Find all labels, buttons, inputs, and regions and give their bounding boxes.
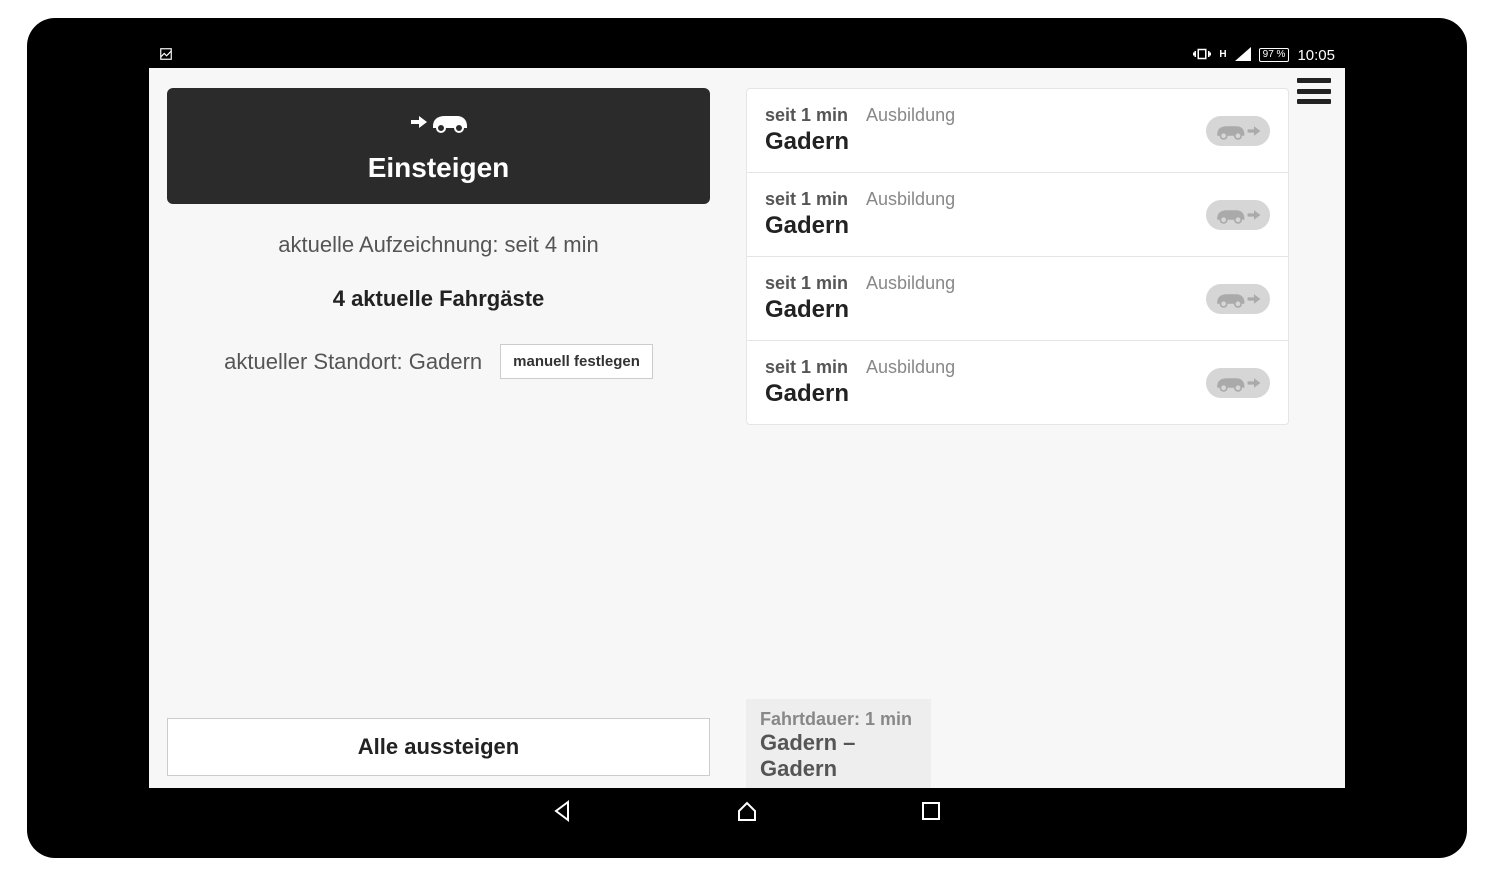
screen: H 97 % 10:05 — [149, 42, 1345, 834]
exit-car-icon[interactable] — [1206, 368, 1270, 398]
passenger-category: Ausbildung — [866, 189, 955, 210]
left-column: Einsteigen aktuelle Aufzeichnung: seit 4… — [149, 68, 728, 788]
trip-duration: Fahrtdauer: 1 min — [760, 709, 917, 730]
android-nav-bar — [149, 788, 1345, 834]
vibrate-icon — [1193, 47, 1211, 63]
passenger-row[interactable]: seit 1 min Ausbildung Gadern — [747, 257, 1288, 341]
device-frame: SONY H — [0, 0, 1494, 876]
passenger-category: Ausbildung — [866, 105, 955, 126]
home-button[interactable] — [735, 799, 759, 823]
passenger-location: Gadern — [765, 380, 1206, 408]
network-type-icon: H — [1219, 50, 1226, 60]
exit-car-icon[interactable] — [1206, 116, 1270, 146]
einsteigen-button[interactable]: Einsteigen — [167, 88, 710, 204]
screenshot-notification-icon — [159, 47, 173, 63]
recording-info: aktuelle Aufzeichnung: seit 4 min — [167, 232, 710, 258]
passenger-location: Gadern — [765, 212, 1206, 240]
passenger-category: Ausbildung — [866, 357, 955, 378]
passenger-category: Ausbildung — [866, 273, 955, 294]
enter-car-icon — [409, 109, 469, 142]
clock: 10:05 — [1297, 47, 1335, 64]
passenger-row[interactable]: seit 1 min Ausbildung Gadern — [747, 173, 1288, 257]
current-location: aktueller Standort: Gadern — [224, 349, 482, 375]
tablet-bezel: SONY H — [27, 18, 1467, 858]
passenger-location: Gadern — [765, 128, 1206, 156]
back-button[interactable] — [551, 799, 575, 823]
exit-car-icon[interactable] — [1206, 200, 1270, 230]
manual-location-button[interactable]: manuell festlegen — [500, 344, 653, 379]
trip-route: Gadern – Gadern — [760, 730, 917, 782]
passenger-list: seit 1 min Ausbildung Gadern — [746, 88, 1289, 425]
battery-level: 97 % — [1259, 48, 1290, 62]
passenger-count: 4 aktuelle Fahrgäste — [167, 286, 710, 312]
exit-car-icon[interactable] — [1206, 284, 1270, 314]
passenger-duration: seit 1 min — [765, 357, 848, 378]
recents-button[interactable] — [919, 799, 943, 823]
tablet-inner: H 97 % 10:05 — [39, 30, 1455, 846]
signal-icon — [1235, 47, 1251, 63]
passenger-row[interactable]: seit 1 min Ausbildung Gadern — [747, 89, 1288, 173]
android-status-bar: H 97 % 10:05 — [149, 42, 1345, 68]
einsteigen-label: Einsteigen — [368, 152, 510, 184]
passenger-duration: seit 1 min — [765, 273, 848, 294]
right-column: seit 1 min Ausbildung Gadern — [728, 68, 1345, 788]
passenger-location: Gadern — [765, 296, 1206, 324]
app-content: Einsteigen aktuelle Aufzeichnung: seit 4… — [149, 68, 1345, 788]
menu-button[interactable] — [1297, 78, 1331, 104]
passenger-row[interactable]: seit 1 min Ausbildung Gadern — [747, 341, 1288, 424]
passenger-duration: seit 1 min — [765, 189, 848, 210]
location-row: aktueller Standort: Gadern manuell festl… — [167, 344, 710, 379]
all-exit-button[interactable]: Alle aussteigen — [167, 718, 710, 776]
trip-summary[interactable]: Fahrtdauer: 1 min Gadern – Gadern — [746, 699, 931, 788]
passenger-duration: seit 1 min — [765, 105, 848, 126]
